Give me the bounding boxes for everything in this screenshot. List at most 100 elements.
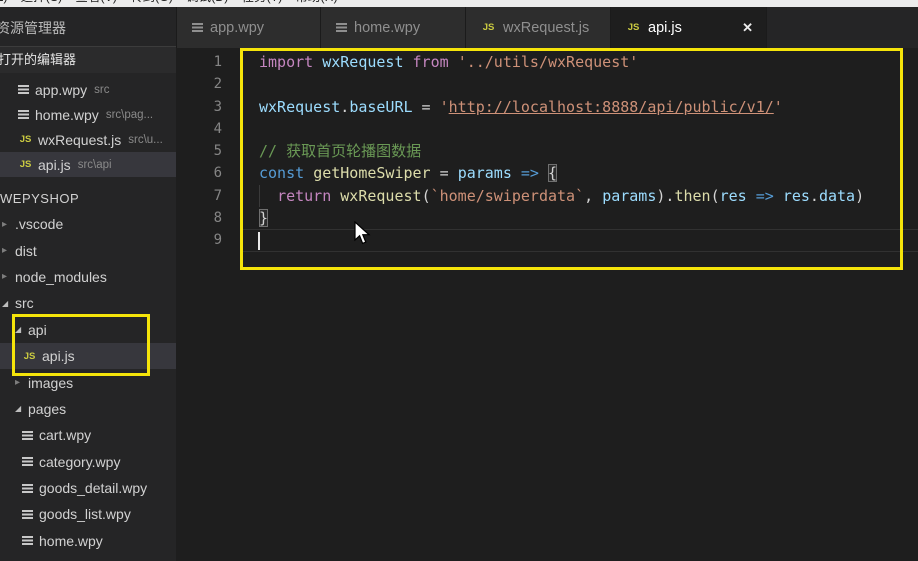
line-number: 4 (176, 118, 222, 140)
token: { (548, 164, 557, 182)
menu-item[interactable]: 查看(V) (75, 0, 117, 6)
line-number: 7 (176, 185, 222, 207)
token (404, 53, 413, 71)
wpy-file-icon (192, 23, 203, 32)
line-number: 6 (176, 162, 222, 184)
code-line: 6 const getHomeSwiper = params => { (176, 162, 918, 184)
open-editor-item-app.wpy[interactable]: app.wpysrc (0, 77, 176, 102)
tab-home.wpy[interactable]: home.wpy (321, 7, 466, 48)
tree-item-node_modules[interactable]: ▸node_modules (0, 264, 176, 290)
line-content[interactable]: return wxRequest(`home/swiperdata`, para… (259, 185, 864, 207)
token: . (810, 187, 819, 205)
token: wxRequest (340, 187, 421, 205)
tree-item-.vscode[interactable]: ▸.vscode (0, 211, 176, 237)
tree-label: dist (15, 243, 37, 259)
open-editor-item-api.js[interactable]: JSapi.jssrc\api (0, 152, 176, 177)
token: ) (855, 187, 864, 205)
tree-item-dist[interactable]: ▸dist (0, 237, 176, 263)
tree-item-api[interactable]: ◢api (0, 317, 176, 343)
token: ( (711, 187, 720, 205)
token: return (277, 187, 340, 205)
wpy-file-icon (22, 457, 33, 466)
token: getHomeSwiper (313, 164, 430, 182)
open-editors-header[interactable]: 打开的编辑器 (0, 46, 176, 73)
tree-item-goods_list.wpy[interactable]: goods_list.wpy (0, 501, 176, 527)
wpy-file-icon (336, 23, 347, 32)
tab-api.js[interactable]: JSapi.js✕ (611, 7, 767, 48)
token: http://localhost:8888/api/public/v1/ (449, 98, 774, 116)
token (539, 164, 548, 182)
file-path: src (94, 84, 109, 96)
line-content[interactable]: wxRequest.baseURL = 'http://localhost:88… (259, 96, 783, 118)
tab-wxRequest.js[interactable]: JSwxRequest.js (466, 7, 611, 48)
text-caret (258, 232, 260, 250)
tree-label: cart.wpy (39, 427, 91, 443)
tree-item-pages[interactable]: ◢pages (0, 396, 176, 422)
wpy-file-icon (22, 484, 33, 493)
file-tree: ▸.vscode▸dist▸node_modules◢src◢apiJSapi.… (0, 211, 176, 561)
line-content[interactable]: } (259, 207, 268, 229)
code-line: 4 (176, 118, 918, 140)
tree-label: images (28, 375, 73, 391)
chevron-expanded-icon: ◢ (2, 299, 15, 308)
os-menu-bar: 编辑(E) 选择(S) 查看(V) 转到(G) 调试(D) 任务(T) 帮助(H) (0, 0, 918, 7)
line-content[interactable]: // 获取首页轮播图数据 (259, 140, 421, 162)
token: wxRequest (259, 98, 340, 116)
line-number: 8 (176, 207, 222, 229)
tree-item-home.wpy[interactable]: home.wpy (0, 528, 176, 554)
tree-label: goods_list.wpy (39, 506, 131, 522)
line-number: 5 (176, 140, 222, 162)
tree-label: home.wpy (39, 533, 103, 549)
menu-item[interactable]: 任务(T) (241, 0, 282, 6)
close-icon[interactable]: ✕ (742, 20, 753, 36)
tree-item-images[interactable]: ▸images (0, 369, 176, 395)
project-root-header[interactable]: WEPYSHOP (0, 187, 176, 211)
chevron-collapsed-icon: ▸ (15, 377, 28, 388)
tree-item-api.js[interactable]: JS api.js (0, 343, 176, 369)
token: import (259, 53, 322, 71)
token (449, 53, 458, 71)
wpy-file-icon (22, 536, 33, 545)
tree-item-cart.wpy[interactable]: cart.wpy (0, 422, 176, 448)
wpy-file-icon (18, 85, 29, 94)
token: params (458, 164, 512, 182)
wpy-file-icon (22, 431, 33, 440)
tree-item-src[interactable]: ◢src (0, 290, 176, 316)
menu-item[interactable]: 编辑(E) (0, 0, 8, 6)
code-editor[interactable]: 1import wxRequest from '../utils/wxReque… (176, 48, 918, 561)
menu-item[interactable]: 选择(S) (21, 0, 63, 6)
file-path: src\api (78, 159, 112, 171)
token: data (819, 187, 855, 205)
chevron-expanded-icon: ◢ (15, 325, 28, 334)
menu-item[interactable]: 调试(D) (186, 0, 228, 6)
token: `home/swiperdata` (431, 187, 585, 205)
editor-tab-bar: app.wpyhome.wpyJSwxRequest.jsJSapi.js✕ (176, 7, 918, 48)
token: ( (422, 187, 431, 205)
tree-item-partial[interactable] (0, 554, 176, 561)
line-content[interactable]: import wxRequest from '../utils/wxReques… (259, 51, 638, 73)
tree-label: api.js (42, 348, 75, 364)
token (259, 187, 277, 205)
menu-item[interactable]: 帮助(H) (295, 0, 337, 6)
tree-item-goods_detail.wpy[interactable]: goods_detail.wpy (0, 475, 176, 501)
explorer-sidebar: 资源管理器 打开的编辑器 app.wpysrchome.wpysrc\pag..… (0, 7, 176, 561)
token: } (259, 209, 268, 227)
menu-item[interactable]: 转到(G) (130, 0, 173, 6)
chevron-collapsed-icon: ▸ (2, 245, 15, 256)
line-content[interactable]: const getHomeSwiper = params => { (259, 162, 557, 184)
token: => (756, 187, 774, 205)
token: ' (440, 98, 449, 116)
open-editor-item-wxRequest.js[interactable]: JSwxRequest.jssrc\u... (0, 127, 176, 152)
token: = (431, 164, 458, 182)
chevron-collapsed-icon: ▸ (2, 271, 15, 282)
token: params (602, 187, 656, 205)
tab-app.wpy[interactable]: app.wpy (177, 7, 321, 48)
wpy-file-icon (18, 110, 29, 119)
menu-row: 编辑(E) 选择(S) 查看(V) 转到(G) 调试(D) 任务(T) 帮助(H) (0, 0, 918, 6)
open-editor-item-home.wpy[interactable]: home.wpysrc\pag... (0, 102, 176, 127)
token: const (259, 164, 313, 182)
tree-label: src (15, 295, 34, 311)
tree-item-category.wpy[interactable]: category.wpy (0, 449, 176, 475)
js-icon: JS (22, 351, 37, 362)
tree-label: .vscode (15, 216, 63, 232)
